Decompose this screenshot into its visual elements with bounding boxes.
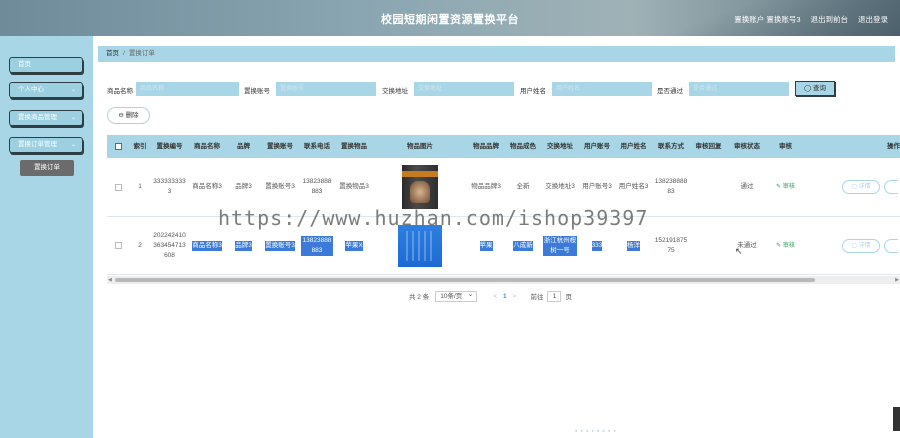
book-cover-image bbox=[402, 165, 438, 209]
cell-index: 2 bbox=[138, 241, 142, 249]
main-content: 首页/置换订单 商品名称 置换账号 交换地址 用户姓名 是否通过 ◯ 查询 ⊖ … bbox=[93, 36, 900, 438]
cell-reply bbox=[690, 158, 727, 216]
col-address: 交换地址 bbox=[547, 143, 573, 150]
mouse-cursor-icon: ↖ bbox=[735, 246, 743, 256]
col-account: 置换账号 bbox=[267, 143, 293, 150]
cell-code: 3333333333 bbox=[153, 178, 186, 195]
sidebar-item-personal-center[interactable]: 个人中心 ⌄ bbox=[9, 82, 83, 98]
col-user-name: 用户姓名 bbox=[620, 143, 647, 150]
col-reply: 审核回复 bbox=[695, 143, 722, 150]
col-contact: 联系方式 bbox=[658, 143, 684, 150]
cell-user-name: 杨洋 bbox=[627, 240, 640, 251]
horizontal-scrollbar[interactable]: ◀ ▶ bbox=[107, 276, 900, 284]
pagination: 共 2 条 10条/页 < 1 > 前往 1 页 bbox=[409, 290, 572, 302]
cell-status: 通过 bbox=[740, 183, 754, 190]
next-page-button[interactable]: > bbox=[513, 293, 517, 300]
watermark-text: https://www.huzhan.com/ishop39397 bbox=[218, 206, 649, 230]
select-all-checkbox[interactable] bbox=[107, 135, 129, 158]
audit-link[interactable]: ✎ 审核 bbox=[776, 241, 795, 251]
col-actions: 操作 bbox=[887, 143, 900, 150]
col-condition: 物品成色 bbox=[510, 143, 536, 150]
col-phone: 联系电话 bbox=[304, 143, 330, 150]
cell-contact: 13823888883 bbox=[654, 178, 688, 195]
breadcrumb-current: 置换订单 bbox=[128, 50, 155, 57]
breadcrumb: 首页 / 置换订单 bbox=[98, 46, 895, 62]
col-index: 索引 bbox=[133, 143, 147, 150]
col-brand: 品牌 bbox=[237, 143, 250, 150]
cell-item: 苹果X bbox=[345, 240, 363, 251]
search-input-name[interactable] bbox=[136, 82, 239, 96]
scroll-left-icon[interactable]: ◀ bbox=[108, 276, 112, 284]
bottom-toolbar-icons: ▪▪▪▪▪▪▪▪ bbox=[575, 428, 619, 435]
cell-condition: 八成新 bbox=[513, 240, 533, 251]
current-page-number[interactable]: 1 bbox=[503, 293, 507, 300]
cell-brand: 品牌3 bbox=[235, 240, 252, 251]
chevron-down-icon: ⌄ bbox=[70, 142, 76, 148]
cell-reply bbox=[690, 217, 727, 274]
cell-item-brand: 苹果 bbox=[479, 240, 493, 251]
col-user-account: 用户账号 bbox=[584, 143, 610, 150]
back-to-frontend-link[interactable]: 退出到前台 bbox=[811, 14, 849, 25]
table-header: 索引 置换编号 商品名称 品牌 置换账号 联系电话 置换物品 物品图片 物品品牌… bbox=[107, 135, 900, 158]
scrollbar-thumb[interactable] bbox=[115, 278, 815, 282]
current-user-label: 置换账户 置换账号3 bbox=[734, 15, 801, 24]
sidebar-item-order-management[interactable]: 置换订单管理 ⌄ bbox=[9, 137, 83, 153]
pager-total: 共 2 条 bbox=[409, 294, 430, 301]
col-item-brand: 物品品牌 bbox=[473, 143, 499, 150]
page-unit-label: 页 bbox=[565, 294, 572, 301]
prev-page-button[interactable]: < bbox=[493, 293, 497, 300]
search-input-address[interactable] bbox=[414, 82, 514, 96]
sidebar-subitem-orders[interactable]: 置换订单 bbox=[20, 160, 74, 176]
search-input-username[interactable] bbox=[552, 82, 652, 96]
cell-status: 未通过 bbox=[737, 241, 757, 249]
search-label-username: 用户姓名 bbox=[520, 88, 546, 95]
goto-page-input[interactable]: 1 bbox=[547, 290, 562, 302]
cell-phone: 13823888883 bbox=[301, 235, 333, 256]
search-label-address: 交换地址 bbox=[382, 88, 408, 95]
delete-button[interactable]: ⊖ 删除 bbox=[107, 107, 150, 124]
search-label-account: 置换账号 bbox=[244, 88, 270, 95]
scroll-right-icon[interactable]: ▶ bbox=[895, 276, 899, 284]
sidebar-item-goods-management[interactable]: 置换商品管理 ⌄ bbox=[9, 110, 83, 126]
item-photo-image bbox=[398, 224, 442, 267]
col-code: 置换编号 bbox=[156, 143, 183, 150]
cell-code: 202242410363454713608 bbox=[153, 231, 186, 259]
cell-name: 商品名称3 bbox=[192, 240, 222, 251]
detail-button[interactable]: ▢ 详情 bbox=[842, 238, 880, 253]
page-size-select[interactable]: 10条/页 bbox=[435, 290, 478, 302]
chevron-down-icon: ⌄ bbox=[70, 115, 76, 121]
breadcrumb-home[interactable]: 首页 bbox=[106, 50, 119, 57]
query-button[interactable]: ◯ 查询 bbox=[795, 81, 835, 96]
search-label-approved: 是否通过 bbox=[657, 88, 683, 95]
logout-link[interactable]: 退出登录 bbox=[858, 14, 888, 25]
cell-index: 1 bbox=[138, 183, 142, 190]
col-image: 物品图片 bbox=[407, 143, 433, 150]
search-input-approved[interactable] bbox=[689, 82, 789, 96]
chevron-down-icon: ⌄ bbox=[70, 87, 76, 93]
header-user-area: 置换账户 置换账号3 退出到前台 退出登录 bbox=[734, 14, 888, 25]
edit-button[interactable] bbox=[884, 180, 898, 194]
app-header: 校园短期闲置资源置换平台 置换账户 置换账号3 退出到前台 退出登录 bbox=[0, 0, 900, 36]
cell-account: 置换账号3 bbox=[265, 240, 295, 251]
search-input-account[interactable] bbox=[276, 82, 376, 96]
detail-button[interactable]: ▢ 详情 bbox=[842, 180, 880, 194]
audit-link[interactable]: ✎ 审核 bbox=[776, 182, 795, 192]
col-status: 审核状态 bbox=[734, 143, 760, 150]
col-audit: 审核 bbox=[779, 143, 792, 150]
cell-user-account: 333 bbox=[591, 240, 603, 251]
col-name: 商品名称 bbox=[194, 143, 220, 150]
edit-button[interactable] bbox=[884, 238, 898, 253]
row-checkbox[interactable] bbox=[107, 217, 129, 274]
search-label-name: 商品名称 bbox=[107, 88, 133, 95]
row-checkbox[interactable] bbox=[107, 158, 129, 216]
cell-address: 浙江杭州桉树一号 bbox=[543, 235, 577, 256]
sidebar-item-home[interactable]: 首页 bbox=[9, 57, 83, 73]
cell-contact: 15219187575 bbox=[654, 236, 688, 254]
goto-label: 前往 bbox=[530, 294, 544, 301]
floating-side-tab[interactable] bbox=[893, 407, 900, 431]
col-item: 置换物品 bbox=[341, 143, 367, 150]
sidebar: 首页 个人中心 ⌄ 置换商品管理 ⌄ 置换订单管理 ⌄ 置换订单 bbox=[0, 36, 93, 438]
